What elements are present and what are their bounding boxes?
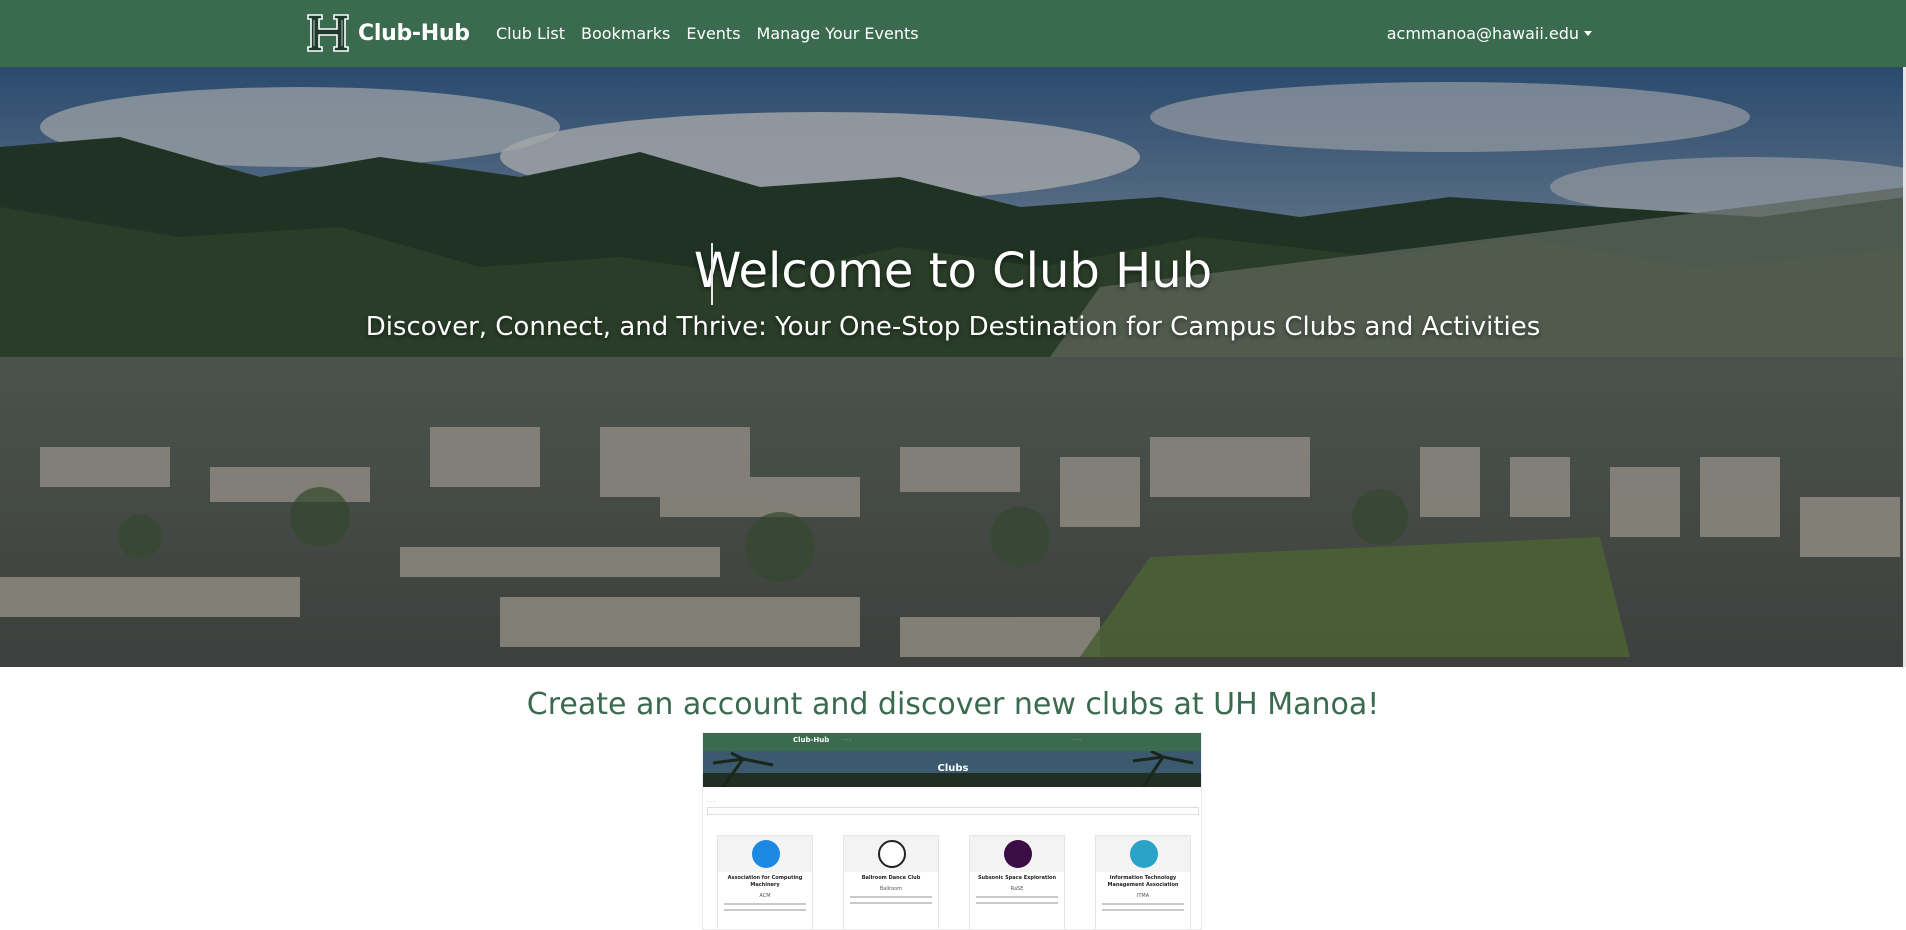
nav-events[interactable]: Events (686, 24, 740, 43)
preview-card-name: Subsonic Space Exploration (977, 875, 1057, 881)
top-navbar: Club-Hub Club List Bookmarks Events Mana… (0, 0, 1906, 67)
text-cursor (711, 243, 713, 305)
hero-banner (0, 67, 1906, 667)
preview-navbar: Club-Hub · · · · · · (703, 733, 1201, 751)
caret-down-icon (1584, 31, 1592, 36)
hero-subtitle: Discover, Connect, and Thrive: Your One-… (365, 312, 1541, 342)
ballroom-logo-icon (878, 840, 906, 868)
nav-links: Club List Bookmarks Events Manage Your E… (496, 0, 935, 67)
uh-h-logo-icon (307, 14, 349, 52)
user-email: acmmanoa@hawaii.edu (1386, 24, 1579, 43)
preview-brand: Club-Hub (793, 736, 830, 744)
preview-filter-select (707, 807, 1199, 815)
hero-dark-overlay (0, 67, 1906, 667)
preview-card-3: Subsonic Space Exploration RaSE (969, 835, 1065, 929)
preview-card-name: Information Technology Management Associ… (1107, 875, 1179, 888)
preview-nav-links: · · · (843, 737, 851, 743)
acm-logo-icon (752, 840, 780, 868)
preview-card-4: Information Technology Management Associ… (1095, 835, 1191, 929)
preview-hero-title: Clubs (937, 763, 969, 774)
preview-card-abbr: RaSE (1010, 886, 1024, 892)
preview-card-1: Association for Computing Machinery ACM (717, 835, 813, 929)
nav-bookmarks[interactable]: Bookmarks (581, 24, 670, 43)
preview-card-name: Ballroom Dance Club (861, 875, 921, 881)
user-dropdown[interactable]: acmmanoa@hawaii.edu (1387, 0, 1592, 67)
preview-user: · · · (1073, 737, 1081, 743)
preview-card-name: Association for Computing Machinery (727, 875, 803, 888)
preview-filter-label: · · · (707, 799, 715, 805)
brand-home-link[interactable]: Club-Hub (304, 13, 470, 53)
preview-card-abbr: ACM (759, 893, 771, 899)
preview-card-2: Ballroom Dance Club Ballroom (843, 835, 939, 929)
preview-card-abbr: Ballroom (879, 886, 903, 892)
preview-card-abbr: ITMA (1136, 893, 1150, 899)
club-list-preview-image: Club-Hub · · · · · · Clubs · · · Associa… (702, 732, 1202, 930)
nav-manage-events[interactable]: Manage Your Events (757, 24, 919, 43)
brand-name: Club-Hub (358, 20, 470, 46)
nav-club-list[interactable]: Club List (496, 24, 565, 43)
itma-logo-icon (1130, 840, 1158, 868)
rase-logo-icon (1004, 840, 1032, 868)
hero-title: Welcome to Club Hub (693, 243, 1213, 299)
cta-heading: Create an account and discover new clubs… (526, 687, 1380, 722)
